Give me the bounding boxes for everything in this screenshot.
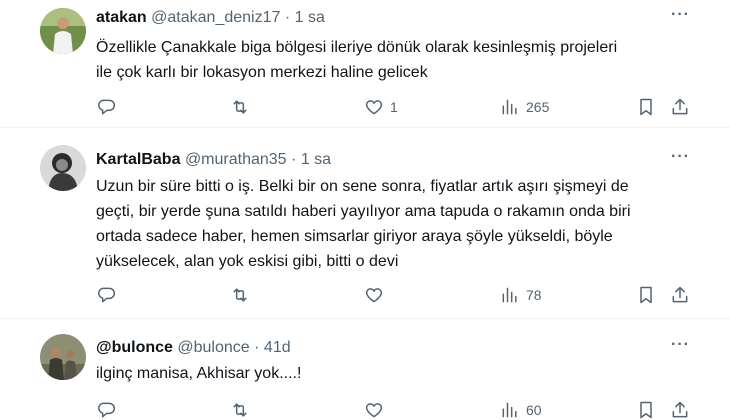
tweet[interactable]: atakan @atakan_deniz17 · 1 sa ··· Özelli… [0, 0, 730, 128]
reply-button[interactable] [96, 96, 116, 118]
reply-button[interactable] [96, 399, 116, 420]
views-chart-icon [502, 287, 517, 303]
bookmark-icon [640, 286, 652, 304]
share-icon [672, 401, 688, 418]
bookmark-button[interactable] [636, 399, 656, 420]
avatar[interactable] [40, 8, 86, 54]
reply-icon [98, 402, 116, 418]
share-icon [672, 286, 688, 303]
view-count: 60 [526, 402, 542, 418]
display-name[interactable]: @bulonce [96, 339, 173, 356]
like-count: 1 [390, 99, 398, 115]
avatar[interactable] [40, 145, 86, 191]
retweet-icon [233, 288, 247, 302]
tweet-text-line: Özellikle Çanakkale biga bölgesi ileriye… [96, 39, 618, 56]
retweet-button[interactable] [230, 284, 250, 306]
action-bar: 78 [96, 284, 696, 306]
bookmark-icon [640, 98, 652, 116]
more-options-icon[interactable]: ··· [671, 148, 690, 166]
tweet-header: atakan @atakan_deniz17 · 1 sa [96, 8, 325, 28]
tweet-text-line: yükselecek, alan yok eskisi gibi, bitti … [96, 253, 399, 270]
like-button[interactable] [364, 399, 390, 420]
display-name[interactable]: KartalBaba [96, 151, 180, 168]
user-handle[interactable]: @murathan35 [185, 151, 287, 168]
views-chart-icon [502, 99, 517, 115]
user-handle[interactable]: @bulonce [177, 339, 249, 356]
retweet-icon [233, 100, 247, 114]
timestamp[interactable]: 1 sa [301, 151, 331, 168]
heart-icon [365, 100, 383, 115]
user-handle[interactable]: @atakan_deniz17 [151, 9, 280, 26]
reply-button[interactable] [96, 284, 116, 306]
separator-dot: · [254, 339, 260, 356]
share-button[interactable] [670, 96, 690, 118]
retweet-button[interactable] [230, 399, 250, 420]
separator-dot: · [291, 151, 297, 168]
tweet-text-line: Uzun bir süre bitti o iş. Belki bir on s… [96, 178, 629, 195]
like-button[interactable] [364, 284, 390, 306]
tweet-text: Özellikle Çanakkale biga bölgesi ileriye… [96, 35, 696, 85]
bookmark-button[interactable] [636, 284, 656, 306]
tweet[interactable]: @bulonce @bulonce · 41d ··· ilginç manis… [0, 319, 730, 420]
heart-icon [365, 288, 383, 303]
action-bar: 1 265 [96, 96, 696, 118]
tweet-text-line: ile çok karlı bir lokasyon merkezi halin… [96, 64, 428, 81]
tweet[interactable]: KartalBaba @murathan35 · 1 sa ··· Uzun b… [0, 128, 730, 319]
avatar[interactable] [40, 334, 86, 380]
tweet-text-line: ortada sadece haber, hemen simsarlar gir… [96, 228, 613, 245]
display-name[interactable]: atakan [96, 9, 147, 26]
views-button[interactable]: 265 [500, 96, 549, 118]
timestamp[interactable]: 1 sa [295, 9, 325, 26]
tweet-text: Uzun bir süre bitti o iş. Belki bir on s… [96, 174, 696, 274]
reply-icon [98, 287, 116, 303]
like-button[interactable]: 1 [364, 96, 398, 118]
bookmark-button[interactable] [636, 96, 656, 118]
separator-dot: · [284, 9, 291, 26]
view-count: 265 [526, 99, 550, 115]
more-options-icon[interactable]: ··· [671, 336, 690, 354]
timestamp[interactable]: 41d [264, 339, 291, 356]
share-button[interactable] [670, 284, 690, 306]
views-chart-icon [502, 402, 517, 418]
tweet-text-line: ilginç manisa, Akhisar yok....! [96, 365, 302, 382]
views-button[interactable]: 78 [500, 284, 542, 306]
heart-icon [365, 403, 383, 418]
tweet-text: ilginç manisa, Akhisar yok....! [96, 361, 696, 386]
retweet-icon [233, 403, 247, 417]
more-options-icon[interactable]: ··· [671, 6, 690, 24]
view-count: 78 [526, 287, 542, 303]
reply-icon [98, 99, 116, 115]
share-icon [672, 98, 688, 115]
retweet-button[interactable] [230, 96, 250, 118]
tweet-header: KartalBaba @murathan35 · 1 sa [96, 150, 331, 170]
tweet-header: @bulonce @bulonce · 41d [96, 338, 291, 358]
tweet-text-line: geçti, bir yerde şuna satıldı haberi yay… [96, 203, 631, 220]
action-bar: 60 [96, 399, 696, 420]
share-button[interactable] [670, 399, 690, 420]
views-button[interactable]: 60 [500, 399, 542, 420]
bookmark-icon [640, 401, 652, 419]
